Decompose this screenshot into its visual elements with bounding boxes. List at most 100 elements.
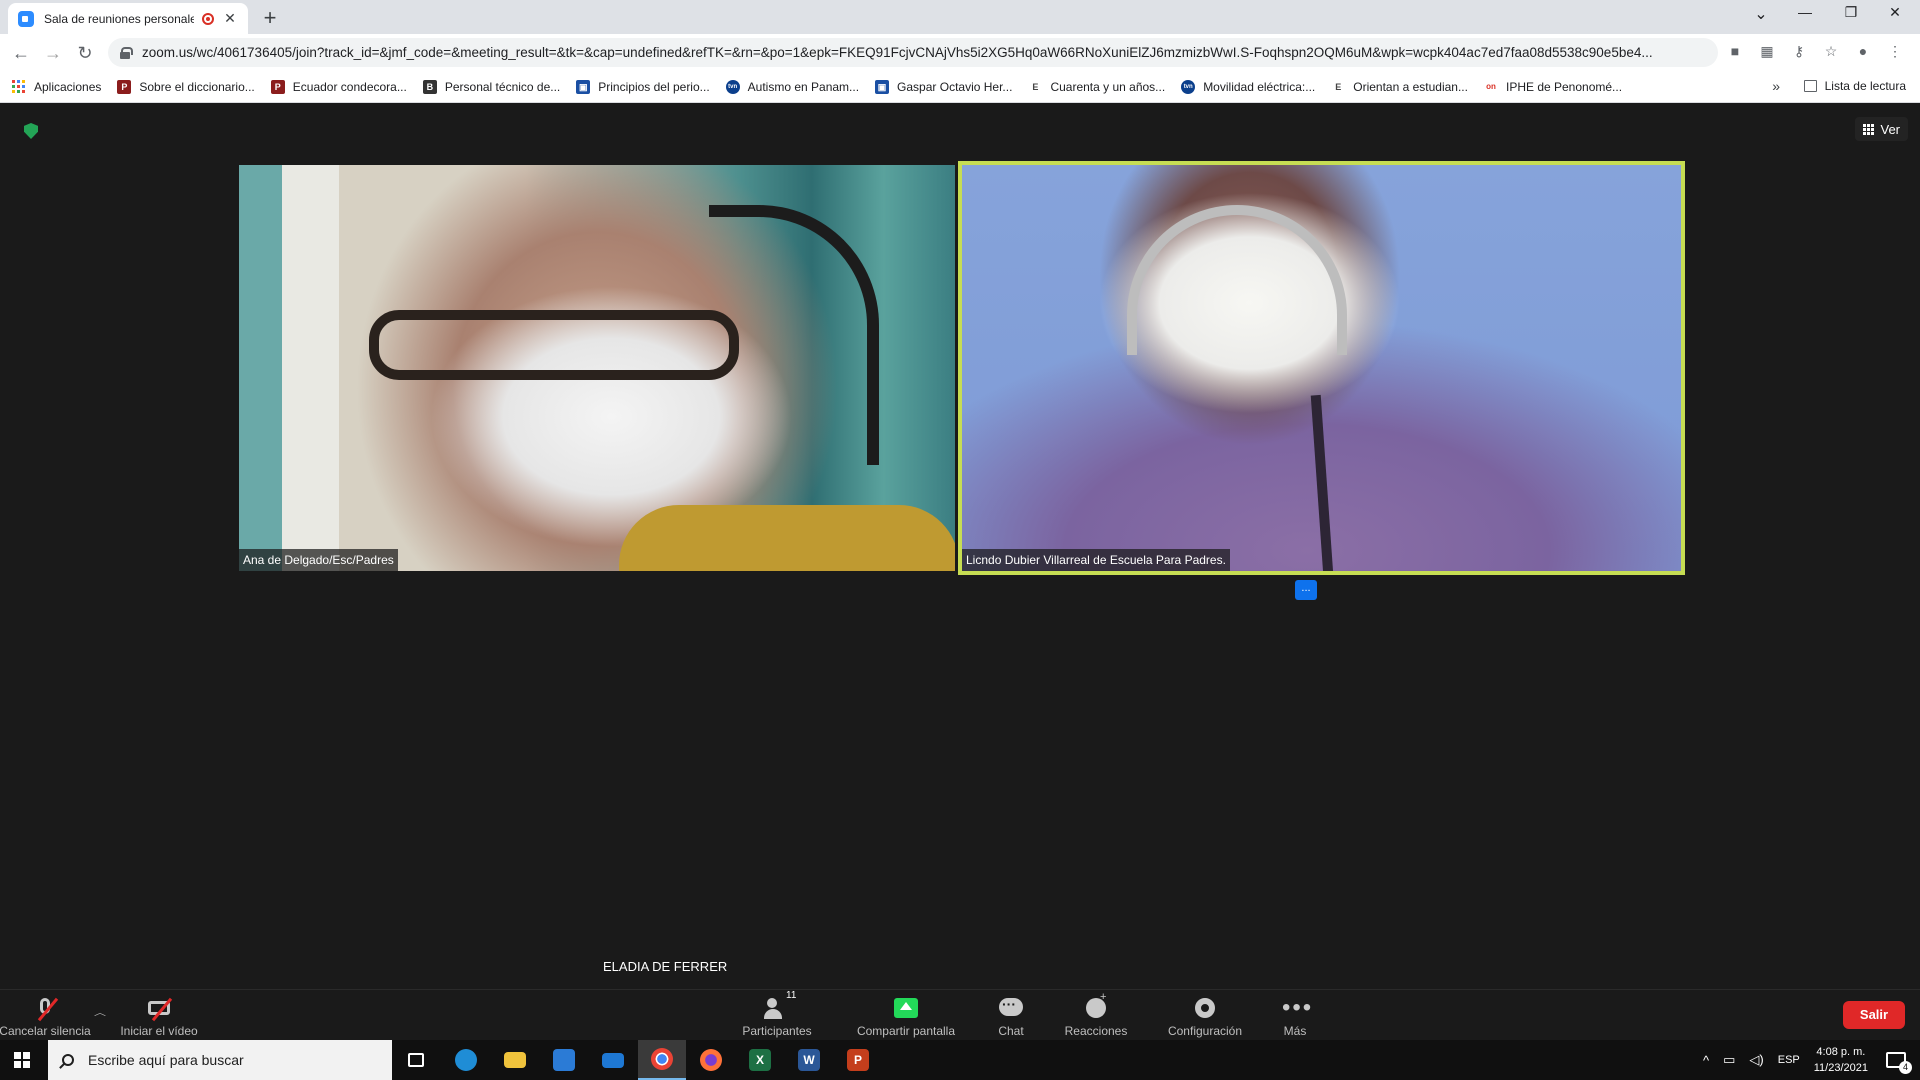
unmute-button[interactable]: Cancelar silencia	[0, 994, 100, 1038]
volume-icon[interactable]: ◁)	[1749, 1052, 1763, 1068]
bookmark-label: Principios del perio...	[598, 79, 710, 94]
clock[interactable]: 4:08 p. m. 11/23/2021	[1814, 1044, 1868, 1076]
menu-kebab-icon[interactable]: ⋮	[1886, 42, 1904, 60]
reactions-icon	[1083, 991, 1109, 1020]
notification-center-icon[interactable]: 4	[1886, 1052, 1912, 1074]
video-options-button[interactable]: ...	[1295, 580, 1317, 600]
bookmark-label: Personal técnico de...	[444, 79, 561, 94]
bookmark-item[interactable]: tvn Autismo en Panam...	[725, 79, 859, 94]
close-tab-icon[interactable]: ✕	[222, 10, 238, 27]
video-content	[369, 310, 739, 380]
firefox-icon	[700, 1049, 722, 1071]
browser-toolbar: ← → ↻ zoom.us/wc/4061736405/join?track_i…	[0, 34, 1920, 71]
language-indicator[interactable]: ESP	[1778, 1054, 1800, 1066]
network-icon[interactable]: ▭	[1723, 1052, 1735, 1068]
notification-count: 4	[1899, 1061, 1912, 1074]
excel-icon: X	[749, 1049, 771, 1071]
camera-permission-icon[interactable]: ■	[1726, 42, 1744, 60]
reading-list-button[interactable]: Lista de lectura	[1803, 79, 1906, 93]
qr-code-icon[interactable]: ▦	[1758, 42, 1776, 60]
close-window-button[interactable]: ✕	[1872, 4, 1918, 21]
video-content	[1127, 205, 1347, 355]
taskbar-powerpoint[interactable]: P	[834, 1040, 882, 1080]
bookmark-item[interactable]: E Orientan a estudian...	[1331, 79, 1468, 94]
bookmark-favicon-icon: ▣	[576, 79, 591, 94]
participant-video-tile[interactable]: Ana de Delgado/Esc/Padres	[239, 165, 955, 571]
lock-icon	[120, 46, 133, 59]
reactions-button[interactable]: Reacciones	[1041, 991, 1151, 1038]
bookmark-favicon-icon: tvn	[725, 79, 740, 94]
share-screen-button[interactable]: Compartir pantalla	[851, 994, 961, 1038]
chrome-icon	[651, 1048, 673, 1070]
view-label: Ver	[1880, 121, 1900, 137]
taskbar-search-input[interactable]: Escribe aquí para buscar	[48, 1040, 392, 1080]
meeting-toolbar: Cancelar silencia ︿ Iniciar el vídeo 11 …	[0, 989, 1920, 1040]
tab-title: Sala de reuniones personales	[44, 11, 194, 26]
bookmark-item[interactable]: B Personal técnico de...	[422, 79, 561, 94]
taskbar-word[interactable]: W	[785, 1040, 833, 1080]
restore-button[interactable]: ❐	[1828, 4, 1874, 21]
bookmark-favicon-icon: tvn	[1181, 79, 1196, 94]
bookmark-item[interactable]: P Sobre el diccionario...	[117, 79, 255, 94]
reload-button[interactable]: ↻	[72, 40, 98, 66]
forward-button[interactable]: →	[40, 40, 66, 66]
windows-start-icon[interactable]	[14, 1052, 30, 1068]
taskbar-chrome[interactable]	[638, 1040, 686, 1080]
bookmark-item[interactable]: P Ecuador condecora...	[270, 79, 407, 94]
tray-chevron-icon[interactable]: ^	[1703, 1053, 1709, 1068]
taskbar-file-explorer[interactable]	[491, 1040, 539, 1080]
bookmark-item[interactable]: on IPHE de Penonomé...	[1483, 79, 1622, 94]
taskbar-edge[interactable]	[442, 1040, 490, 1080]
browser-tab[interactable]: Sala de reuniones personales ✕	[8, 3, 248, 34]
participants-button[interactable]: 11 Participantes	[722, 990, 832, 1038]
more-button[interactable]: ••• Más	[1240, 994, 1350, 1039]
microphone-muted-icon	[32, 997, 59, 1022]
participant-video-tile-active[interactable]: Licndo Dubier Villarreal de Escuela Para…	[958, 161, 1685, 575]
address-bar[interactable]: zoom.us/wc/4061736405/join?track_id=&jmf…	[108, 38, 1718, 67]
participants-count: 11	[786, 990, 797, 1001]
bookmark-label: Movilidad eléctrica:...	[1203, 79, 1316, 94]
taskbar-excel[interactable]: X	[736, 1040, 784, 1080]
bookmark-label: Orientan a estudian...	[1353, 79, 1468, 94]
gear-icon	[1192, 998, 1218, 1020]
tab-search-icon[interactable]: ⌄	[1738, 4, 1784, 24]
word-icon: W	[798, 1049, 820, 1071]
bookmark-item[interactable]: ▣ Gaspar Octavio Her...	[875, 79, 1012, 94]
participants-label: Participantes	[742, 1024, 812, 1038]
new-tab-button[interactable]: +	[258, 5, 282, 31]
task-view-button[interactable]	[392, 1040, 440, 1080]
camera-off-icon	[146, 997, 173, 1022]
start-video-label: Iniciar el vídeo	[120, 1024, 198, 1038]
profile-avatar-icon[interactable]: ●	[1854, 42, 1872, 60]
browser-tab-strip: Sala de reuniones personales ✕ + ⌄ — ❐ ✕	[0, 0, 1920, 34]
taskbar-firefox[interactable]	[687, 1040, 735, 1080]
back-button[interactable]: ←	[8, 40, 34, 66]
view-button[interactable]: Ver	[1855, 117, 1908, 141]
encryption-shield-icon[interactable]	[24, 123, 38, 139]
bookmark-item[interactable]: tvn Movilidad eléctrica:...	[1181, 79, 1316, 94]
more-bookmarks-button[interactable]: »	[1772, 78, 1780, 94]
edge-icon	[455, 1049, 477, 1071]
participant-name: Licndo Dubier Villarreal de Escuela Para…	[962, 549, 1230, 571]
bookmark-apps[interactable]: Aplicaciones	[12, 79, 101, 94]
bookmark-item[interactable]: E Cuarenta y un años...	[1028, 79, 1165, 94]
bookmark-favicon-icon: P	[270, 79, 285, 94]
store-icon	[553, 1049, 575, 1071]
url-text: zoom.us/wc/4061736405/join?track_id=&jmf…	[142, 45, 1653, 60]
start-video-button[interactable]: Iniciar el vídeo	[104, 994, 214, 1038]
apps-icon	[12, 79, 26, 94]
leave-button[interactable]: Salir	[1843, 1001, 1905, 1029]
bookmark-label: Sobre el diccionario...	[139, 79, 255, 94]
bookmark-favicon-icon: on	[1483, 79, 1498, 94]
search-placeholder: Escribe aquí para buscar	[88, 1052, 244, 1068]
bookmark-item[interactable]: ▣ Principios del perio...	[576, 79, 710, 94]
star-bookmark-icon[interactable]: ☆	[1822, 42, 1840, 60]
reading-list-icon	[1803, 80, 1817, 92]
taskbar-mail[interactable]	[589, 1040, 637, 1080]
participant-name: Ana de Delgado/Esc/Padres	[239, 549, 398, 571]
bookmark-favicon-icon: E	[1331, 79, 1346, 94]
key-icon[interactable]: ⚷	[1790, 42, 1808, 60]
clock-date: 11/23/2021	[1813, 1062, 1868, 1074]
taskbar-store[interactable]	[540, 1040, 588, 1080]
minimize-button[interactable]: —	[1782, 4, 1828, 20]
